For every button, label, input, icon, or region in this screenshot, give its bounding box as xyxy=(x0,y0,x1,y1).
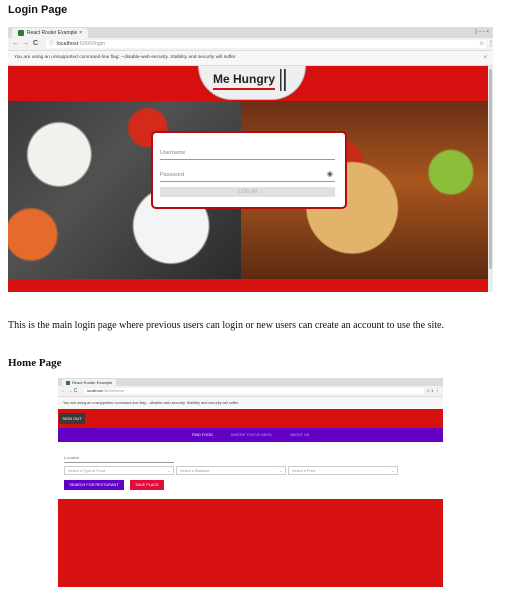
browser-address-bar: ← → C ⓘ localhost:5000/login ☆ ⋮ xyxy=(8,38,494,51)
price-placeholder: Select a Price xyxy=(292,469,316,473)
distance-placeholder: Select a Distance xyxy=(180,469,210,473)
infobar-message: You are using an unsupported command-lin… xyxy=(14,55,237,60)
food-type-placeholder: Select a Type of Food xyxy=(68,469,105,473)
reload-icon[interactable]: C xyxy=(33,39,38,49)
warning-infobar: You are using an unsupported command-lin… xyxy=(8,51,493,66)
chevron-down-icon: ⌄ xyxy=(278,469,282,473)
page-scrollbar[interactable] xyxy=(488,66,493,292)
main-nav: FIND FOOD WHERE YOU'VE BEEN ABOUT US xyxy=(58,428,443,442)
chevron-down-icon: ⌄ xyxy=(166,469,170,473)
password-placeholder: Password xyxy=(160,172,185,178)
window-controls[interactable]: ▯ – ▫ × xyxy=(475,27,489,38)
show-password-icon[interactable]: ◉ xyxy=(327,169,333,181)
location-field[interactable]: Location xyxy=(64,453,174,463)
username-field[interactable]: Username xyxy=(160,147,335,160)
url-path: :5000/login xyxy=(78,41,106,47)
logo-text: Me Hungry xyxy=(213,72,276,86)
header-bar: SIGN OUT xyxy=(58,409,443,428)
favicon-icon xyxy=(18,30,24,36)
location-label: Location xyxy=(64,455,80,460)
tab-title-2: React Router Example xyxy=(72,380,113,385)
forward-arrow-icon[interactable]: → xyxy=(22,39,29,49)
home-page-heading: Home Page xyxy=(8,357,62,369)
search-form: Location Select a Type of Food ⌄ Select … xyxy=(58,442,443,499)
url-host: localhost xyxy=(56,41,79,47)
infobar-message-2: You are using an unsupported command-lin… xyxy=(63,401,240,405)
browser-tab[interactable]: React Router Example × xyxy=(12,28,88,38)
tab-where-youve-been[interactable]: WHERE YOU'VE BEEN xyxy=(231,428,272,442)
infobar-close-icon[interactable]: × xyxy=(483,51,487,65)
tab-close-icon[interactable]: × xyxy=(79,28,82,38)
url-input-2[interactable]: localhost:3000/home xyxy=(84,388,424,394)
tab-about-us[interactable]: ABOUT US xyxy=(290,428,309,442)
food-type-select[interactable]: Select a Type of Food ⌄ xyxy=(64,466,174,475)
login-card: Username Password ◉ LOG IN xyxy=(151,131,347,209)
url-host-2: localhost xyxy=(87,388,103,393)
browser-tab-bar: React Router Example × ▯ – ▫ × xyxy=(8,27,493,38)
distance-select[interactable]: Select a Distance ⌄ xyxy=(176,466,286,475)
login-button[interactable]: LOG IN xyxy=(160,187,335,197)
login-page-description: This is the main login page where previo… xyxy=(8,320,444,331)
logo-badge: Me Hungry xyxy=(198,66,306,100)
username-placeholder: Username xyxy=(160,150,186,156)
sign-out-button[interactable]: SIGN OUT xyxy=(59,413,85,424)
tab-find-food[interactable]: FIND FOOD xyxy=(192,428,213,442)
browser-address-bar-2: ← → C localhost:3000/home ☆ ◐ ⋮ xyxy=(58,386,443,397)
scrollbar-thumb[interactable] xyxy=(489,69,492,269)
bookmark-star-icon[interactable]: ☆ xyxy=(479,39,484,49)
toolbar-icons-2[interactable]: ☆ ◐ ⋮ xyxy=(426,386,440,396)
fork-knife-icon xyxy=(280,69,286,91)
search-restaurant-button[interactable]: SEARCH FOR RESTURANT xyxy=(64,480,124,490)
save-place-button[interactable]: SAVE PLACE xyxy=(130,480,164,490)
logo-underline xyxy=(213,88,275,90)
back-arrow-icon[interactable]: ← xyxy=(12,39,19,49)
favicon-icon xyxy=(66,380,70,385)
browser-tab-2[interactable]: React Router Example xyxy=(62,379,116,386)
password-field[interactable]: Password ◉ xyxy=(160,169,335,182)
login-page-heading: Login Page xyxy=(8,4,68,16)
login-site: Me Hungry Username Password ◉ LOG IN xyxy=(8,66,493,292)
browser-tab-bar-2: React Router Example xyxy=(58,378,443,386)
price-select[interactable]: Select a Price ⌄ xyxy=(288,466,398,475)
nav-buttons-2[interactable]: ← → C xyxy=(61,386,77,396)
content-area xyxy=(58,499,443,587)
url-path-2: :3000/home xyxy=(102,388,124,393)
info-icon[interactable]: ⓘ xyxy=(49,41,55,47)
url-input[interactable]: ⓘ localhost:5000/login xyxy=(46,40,486,48)
chevron-down-icon: ⌄ xyxy=(390,469,394,473)
tab-title: React Router Example xyxy=(27,30,78,36)
menu-icon[interactable]: ⋮ xyxy=(488,39,494,49)
